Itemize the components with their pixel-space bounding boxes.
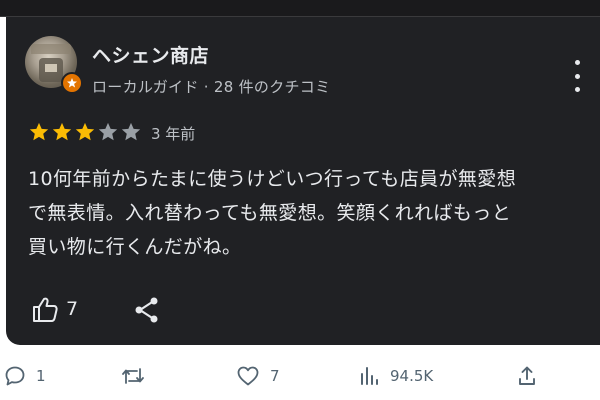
- more-vert-icon[interactable]: [570, 60, 584, 92]
- heart-icon: [237, 366, 259, 386]
- review-text-line: で無表情。入れ替わっても無愛想。笑顔くれればもっと: [28, 202, 512, 224]
- reply-count: 1: [36, 367, 46, 385]
- review-like-button[interactable]: 7: [30, 294, 78, 324]
- views-button[interactable]: 94.5K: [358, 356, 433, 396]
- review-text-line: 10何年前からたまに使うけどいつ行っても店員が無愛想: [28, 168, 517, 190]
- like-count: 7: [270, 367, 280, 385]
- views-count: 94.5K: [390, 367, 434, 385]
- reviewer-avatar[interactable]: [25, 36, 83, 94]
- reply-button[interactable]: 1: [4, 356, 46, 396]
- review-text: 10何年前からたまに使うけどいつ行っても店員が無愛想 で無表情。入れ替わっても無…: [28, 162, 588, 264]
- views-chart-icon: [361, 367, 378, 385]
- share-icon[interactable]: [132, 295, 162, 325]
- share-upload-icon: [519, 366, 535, 385]
- repost-icon: [122, 368, 144, 384]
- star-empty-icon: [121, 122, 141, 141]
- local-guide-badge-icon: [61, 72, 83, 94]
- share-post-button[interactable]: [516, 356, 538, 396]
- star-filled-icon: [52, 122, 72, 141]
- review-date: 3 年前: [151, 125, 196, 143]
- screenshot-root: ヘシェン商店 ローカルガイド · 28 件のクチコミ 3 年前 10何年前からた…: [0, 0, 600, 400]
- reply-icon: [5, 366, 25, 386]
- review-like-count: 7: [66, 298, 79, 320]
- previous-section-edge: [0, 0, 600, 17]
- review-text-line: 買い物に行くんだがね。: [28, 236, 242, 258]
- star-filled-icon: [75, 122, 95, 141]
- reviewer-name[interactable]: ヘシェン商店: [92, 41, 209, 68]
- post-action-bar: 1 7 94.5K: [0, 356, 600, 396]
- repost-button[interactable]: [120, 356, 156, 396]
- reviewer-meta: ローカルガイド · 28 件のクチコミ: [92, 78, 331, 96]
- star-empty-icon: [98, 122, 118, 141]
- thumbs-up-icon: [33, 297, 58, 322]
- star-filled-icon: [29, 122, 49, 141]
- like-button[interactable]: 7: [236, 356, 280, 396]
- star-rating: [28, 121, 142, 143]
